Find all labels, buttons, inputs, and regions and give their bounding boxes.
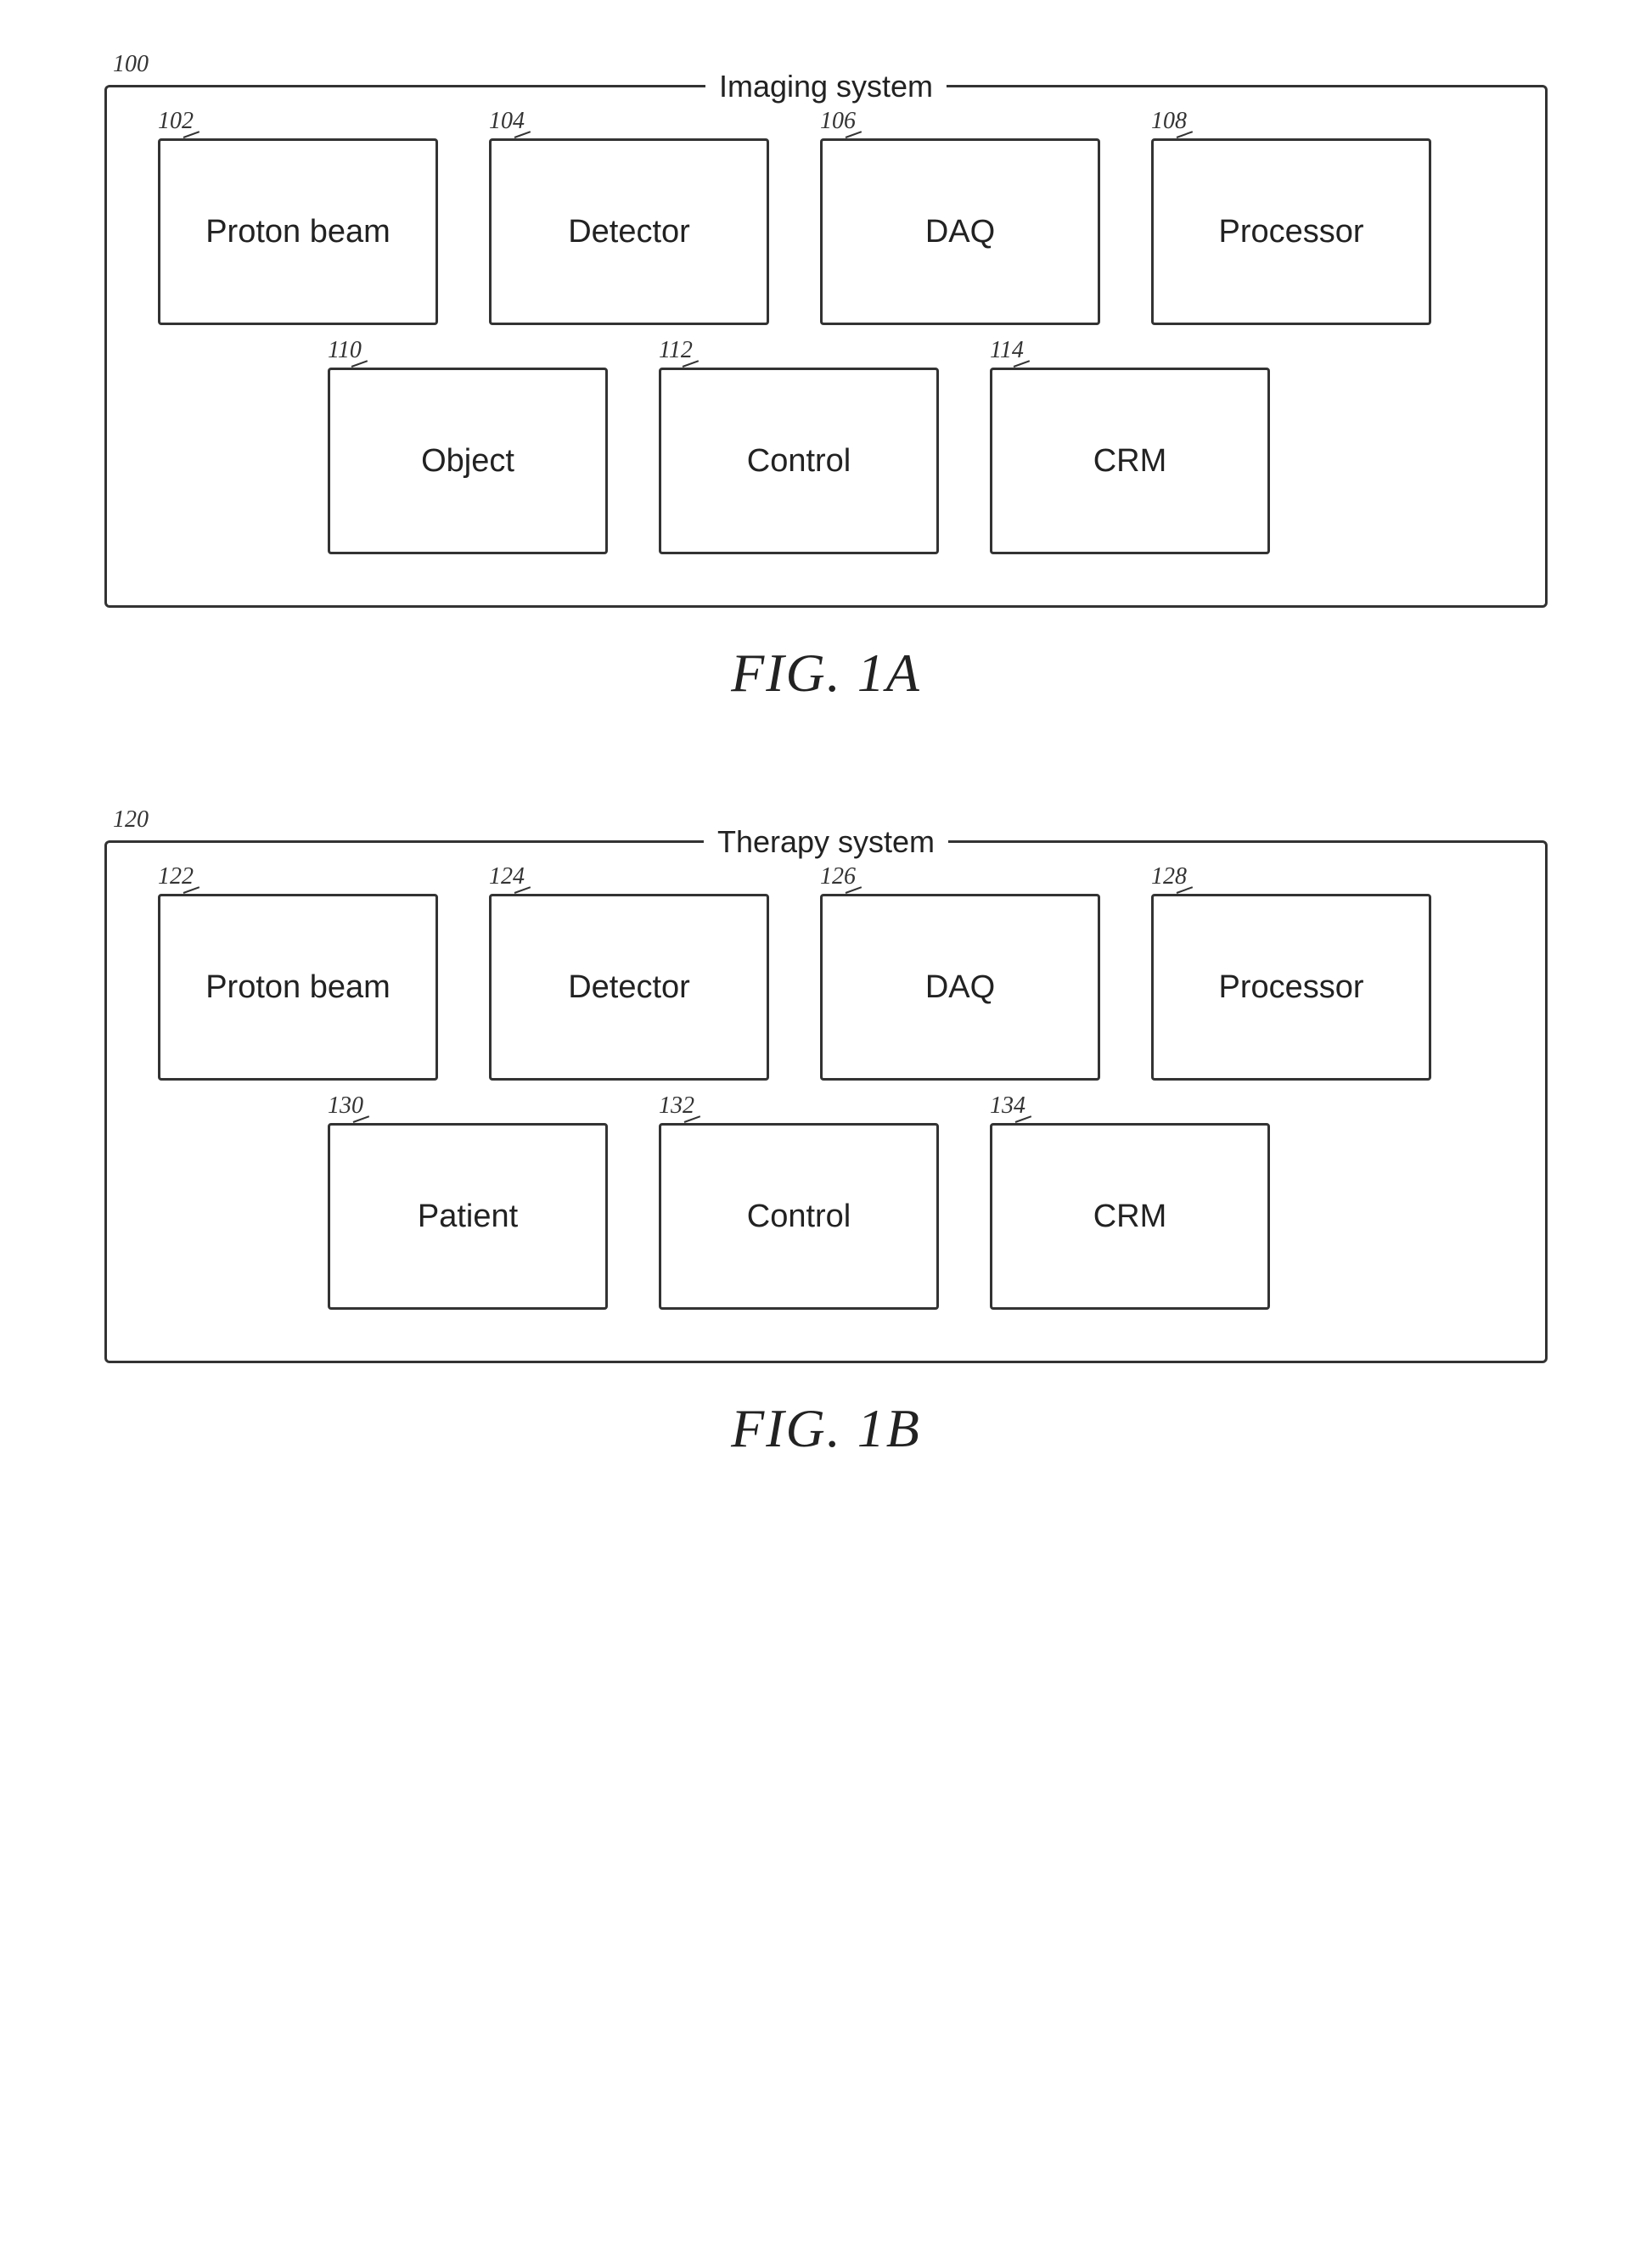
outer-ref-120: 120: [113, 806, 149, 834]
ref-110: 110: [328, 337, 362, 364]
ref-128: 128: [1151, 863, 1187, 890]
fig1b-section: 120 Therapy system 122 Proton beam 124: [68, 806, 1584, 1528]
fig1a-proton-beam-box: Proton beam: [158, 138, 438, 325]
ref-126: 126: [820, 863, 856, 890]
fig1b-detector-label: Detector: [568, 969, 690, 1006]
fig1b-detector-wrapper: 124 Detector: [489, 894, 769, 1081]
fig1a-crm-label: CRM: [1093, 443, 1167, 480]
fig1b-processor-label: Processor: [1218, 969, 1363, 1006]
fig1b-daq-label: DAQ: [925, 969, 995, 1006]
fig1b-detector-box: Detector: [489, 894, 769, 1081]
ref-102: 102: [158, 108, 194, 135]
page: 100 Imaging system 102 Proton beam 104: [0, 0, 1652, 2246]
ref-122: 122: [158, 863, 194, 890]
fig1a-control-wrapper: 112 Control: [659, 368, 939, 554]
fig1a-detector-box: Detector: [489, 138, 769, 325]
fig1a-processor-label: Processor: [1218, 214, 1363, 250]
fig1a-caption: FIG. 1A: [731, 642, 921, 705]
fig1a-processor-wrapper: 108 Processor: [1151, 138, 1431, 325]
fig1a-daq-wrapper: 106 DAQ: [820, 138, 1100, 325]
fig1a-section: 100 Imaging system 102 Proton beam 104: [68, 51, 1584, 772]
fig1a-object-box: Object: [328, 368, 608, 554]
fig1b-caption: FIG. 1B: [731, 1397, 921, 1460]
fig1a-processor-box: Processor: [1151, 138, 1431, 325]
fig1a-control-box: Control: [659, 368, 939, 554]
fig1b-processor-wrapper: 128 Processor: [1151, 894, 1431, 1081]
fig1b-daq-wrapper: 126 DAQ: [820, 894, 1100, 1081]
fig1b-control-label: Control: [747, 1199, 851, 1235]
fig1b-control-wrapper: 132 Control: [659, 1123, 939, 1310]
fig1b-patient-box: Patient: [328, 1123, 608, 1310]
imaging-system-container: Imaging system 102 Proton beam 104: [104, 85, 1548, 608]
fig1b-bottom-row: 130 Patient 132 Control 134: [158, 1123, 1494, 1310]
imaging-system-title: Imaging system: [705, 69, 947, 104]
fig1a-daq-label: DAQ: [925, 214, 995, 250]
therapy-system-container: Therapy system 122 Proton beam 124: [104, 840, 1548, 1363]
ref-114: 114: [990, 337, 1024, 364]
fig1a-object-wrapper: 110 Object: [328, 368, 608, 554]
therapy-system-title: Therapy system: [704, 824, 948, 860]
fig1b-daq-box: DAQ: [820, 894, 1100, 1081]
fig1b-processor-box: Processor: [1151, 894, 1431, 1081]
fig1b-proton-beam-label: Proton beam: [205, 969, 391, 1006]
ref-106: 106: [820, 108, 856, 135]
fig1a-control-label: Control: [747, 443, 851, 480]
fig1a-crm-wrapper: 114 CRM: [990, 368, 1270, 554]
fig1a-bottom-row: 110 Object 112 Control 114: [158, 368, 1494, 554]
fig1a-top-row: 102 Proton beam 104 Detector: [158, 138, 1494, 325]
fig1a-crm-box: CRM: [990, 368, 1270, 554]
fig1a-detector-wrapper: 104 Detector: [489, 138, 769, 325]
ref-108: 108: [1151, 108, 1187, 135]
fig1b-control-box: Control: [659, 1123, 939, 1310]
fig1b-patient-label: Patient: [418, 1199, 518, 1235]
fig1b-proton-beam-wrapper: 122 Proton beam: [158, 894, 438, 1081]
fig1b-proton-beam-box: Proton beam: [158, 894, 438, 1081]
ref-134: 134: [990, 1092, 1025, 1120]
fig1b-crm-label: CRM: [1093, 1199, 1167, 1235]
ref-130: 130: [328, 1092, 363, 1120]
fig1b-crm-wrapper: 134 CRM: [990, 1123, 1270, 1310]
fig1a-proton-beam-label: Proton beam: [205, 214, 391, 250]
fig1b-top-row: 122 Proton beam 124 Detector: [158, 894, 1494, 1081]
fig1a-daq-box: DAQ: [820, 138, 1100, 325]
fig1a-proton-beam-wrapper: 102 Proton beam: [158, 138, 438, 325]
ref-132: 132: [659, 1092, 694, 1120]
fig1b-crm-box: CRM: [990, 1123, 1270, 1310]
fig1a-detector-label: Detector: [568, 214, 690, 250]
fig1b-patient-wrapper: 130 Patient: [328, 1123, 608, 1310]
fig1a-object-label: Object: [421, 443, 514, 480]
ref-124: 124: [489, 863, 525, 890]
ref-112: 112: [659, 337, 693, 364]
ref-104: 104: [489, 108, 525, 135]
outer-ref-100: 100: [113, 51, 149, 78]
